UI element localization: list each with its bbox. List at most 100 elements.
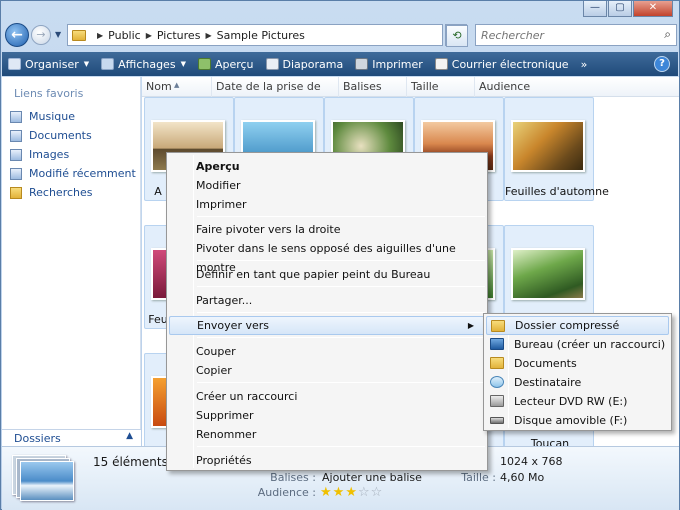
breadcrumb-separator-icon: ▶ bbox=[205, 30, 212, 40]
removable-disk-icon bbox=[490, 417, 504, 424]
recent-pages-dropdown[interactable]: ▼ bbox=[55, 30, 61, 39]
context-menu-item-properties[interactable]: Propriétés bbox=[169, 451, 485, 470]
star-icon[interactable]: ☆ bbox=[358, 485, 371, 500]
toolbar-views-button[interactable]: Affichages ▼ bbox=[95, 52, 192, 76]
column-header-size[interactable]: Taille bbox=[407, 77, 475, 97]
context-menu-item-send-to[interactable]: Envoyer vers ▶ bbox=[169, 316, 485, 335]
chevron-up-icon: ▲ bbox=[126, 431, 133, 441]
sidebar-item-label: Documents bbox=[29, 129, 92, 142]
file-tile[interactable]: Feuilles d'automne bbox=[504, 97, 609, 201]
send-to-item-zip-folder[interactable]: Dossier compressé bbox=[486, 316, 669, 335]
star-icon[interactable]: ★ bbox=[345, 485, 358, 500]
context-menu-item-share[interactable]: Partager... bbox=[169, 291, 485, 310]
minimize-button[interactable]: — bbox=[583, 1, 607, 17]
menu-separator bbox=[197, 286, 485, 287]
context-menu-item-edit[interactable]: Modifier bbox=[169, 176, 485, 195]
column-header-label: Balises bbox=[343, 80, 382, 93]
context-menu-item-delete[interactable]: Supprimer bbox=[169, 406, 485, 425]
context-menu-item-rename[interactable]: Renommer bbox=[169, 425, 485, 444]
chevron-down-icon: ▼ bbox=[180, 60, 186, 68]
context-menu-item-cut[interactable]: Couper bbox=[169, 342, 485, 361]
menu-item-label: Modifier bbox=[196, 179, 241, 192]
toolbar-preview-button[interactable]: Aperçu bbox=[192, 52, 260, 76]
context-menu-item-set-wallpaper[interactable]: Définir en tant que papier peint du Bure… bbox=[169, 265, 485, 284]
breadcrumb-separator-icon: ▶ bbox=[145, 30, 152, 40]
toolbar-slideshow-label: Diaporama bbox=[282, 57, 344, 71]
toolbar-email-label: Courrier électronique bbox=[451, 57, 569, 71]
sidebar-item-documents[interactable]: Documents bbox=[10, 126, 136, 145]
menu-item-label: Renommer bbox=[196, 428, 257, 441]
refresh-button[interactable]: ⟲ bbox=[445, 24, 468, 47]
favorite-links-list: Musique Documents Images Modifié récemme… bbox=[10, 107, 136, 202]
folders-toggle[interactable]: Dossiers ▲ bbox=[2, 429, 141, 446]
context-menu-item-rotate-left[interactable]: Pivoter dans le sens opposé des aiguille… bbox=[169, 239, 485, 274]
maximize-button[interactable]: ▢ bbox=[608, 1, 632, 17]
send-to-item-documents[interactable]: Documents bbox=[486, 354, 669, 373]
rating-stars[interactable]: ★★★☆☆ bbox=[320, 485, 383, 500]
breadcrumb-public[interactable]: Public bbox=[108, 29, 141, 42]
breadcrumb-separator-icon: ▶ bbox=[97, 30, 104, 40]
toolbar-slideshow-button[interactable]: Diaporama bbox=[260, 52, 350, 76]
forward-button[interactable]: → bbox=[31, 25, 51, 45]
send-to-item-dvd-drive[interactable]: Lecteur DVD RW (E:) bbox=[486, 392, 669, 411]
star-icon[interactable]: ★ bbox=[320, 485, 333, 500]
help-icon[interactable]: ? bbox=[654, 56, 670, 72]
navigation-bar: ← → ▼ ▶ Public ▶ Pictures ▶ Sample Pictu… bbox=[5, 23, 677, 49]
window-controls: — ▢ ✕ bbox=[583, 1, 673, 17]
sidebar-item-music[interactable]: Musique bbox=[10, 107, 136, 126]
send-to-submenu: Dossier compressé Bureau (créer un raccou… bbox=[483, 313, 672, 431]
refresh-icon: ⟲ bbox=[446, 25, 468, 47]
send-to-item-mail-recipient[interactable]: Destinataire bbox=[486, 373, 669, 392]
stack-image bbox=[20, 461, 74, 501]
documents-folder-icon bbox=[490, 357, 504, 369]
menu-separator bbox=[197, 260, 485, 261]
context-menu-item-rotate-right[interactable]: Faire pivoter vers la droite bbox=[169, 220, 485, 239]
size-label: Taille : bbox=[461, 471, 496, 484]
breadcrumb-pictures[interactable]: Pictures bbox=[157, 29, 201, 42]
toolbar-print-button[interactable]: Imprimer bbox=[349, 52, 429, 76]
send-to-item-removable-disk[interactable]: Disque amovible (F:) bbox=[486, 411, 669, 430]
column-header-label: Audience bbox=[479, 80, 531, 93]
pictures-icon bbox=[10, 148, 22, 161]
search-box: ⌕ bbox=[475, 24, 677, 46]
star-icon[interactable]: ☆ bbox=[371, 485, 384, 500]
column-header-date[interactable]: Date de la prise de vue bbox=[212, 77, 339, 113]
column-header-rating[interactable]: Audience bbox=[475, 77, 679, 97]
column-header-name[interactable]: Nom ▲ bbox=[142, 77, 212, 97]
close-button[interactable]: ✕ bbox=[633, 1, 673, 17]
context-menu-item-print[interactable]: Imprimer bbox=[169, 195, 485, 214]
toolbar-organize-button[interactable]: Organiser ▼ bbox=[2, 52, 95, 76]
size-value: 4,60 Mo bbox=[500, 471, 545, 484]
menu-item-label: Copier bbox=[196, 364, 232, 377]
back-button[interactable]: ← bbox=[5, 23, 29, 47]
column-header-tags[interactable]: Balises bbox=[339, 77, 407, 97]
sidebar-item-searches[interactable]: Recherches bbox=[10, 183, 136, 202]
address-bar[interactable]: ▶ Public ▶ Pictures ▶ Sample Pictures bbox=[67, 24, 443, 46]
context-menu-item-copy[interactable]: Copier bbox=[169, 361, 485, 380]
sidebar-item-pictures[interactable]: Images bbox=[10, 145, 136, 164]
context-menu-item-preview[interactable]: Aperçu bbox=[169, 157, 485, 176]
menu-item-label: Partager... bbox=[196, 294, 253, 307]
menu-item-label: Aperçu bbox=[196, 160, 240, 173]
selected-images-stack bbox=[12, 455, 76, 503]
menu-separator bbox=[197, 312, 485, 313]
command-toolbar: Organiser ▼ Affichages ▼ Aperçu Diaporam… bbox=[2, 52, 678, 76]
search-input[interactable] bbox=[476, 25, 646, 45]
preview-icon bbox=[197, 58, 211, 70]
star-icon[interactable]: ★ bbox=[333, 485, 346, 500]
zip-folder-icon bbox=[491, 320, 505, 332]
sidebar-item-recently-changed[interactable]: Modifié récemment bbox=[10, 164, 136, 183]
tags-value[interactable]: Ajouter une balise bbox=[322, 471, 422, 484]
menu-separator bbox=[197, 446, 485, 447]
menu-item-label: Disque amovible (F:) bbox=[514, 414, 628, 427]
breadcrumb-sample-pictures[interactable]: Sample Pictures bbox=[217, 29, 305, 42]
toolbar-more-button[interactable]: » bbox=[575, 52, 594, 76]
context-menu-item-create-shortcut[interactable]: Créer un raccourci bbox=[169, 387, 485, 406]
toolbar-email-button[interactable]: Courrier électronique bbox=[429, 52, 575, 76]
menu-separator bbox=[197, 337, 485, 338]
send-to-item-desktop[interactable]: Bureau (créer un raccourci) bbox=[486, 335, 669, 354]
documents-icon bbox=[10, 129, 22, 142]
menu-separator bbox=[197, 216, 485, 217]
search-icon[interactable]: ⌕ bbox=[664, 27, 671, 42]
arrow-left-icon: ← bbox=[11, 27, 23, 43]
